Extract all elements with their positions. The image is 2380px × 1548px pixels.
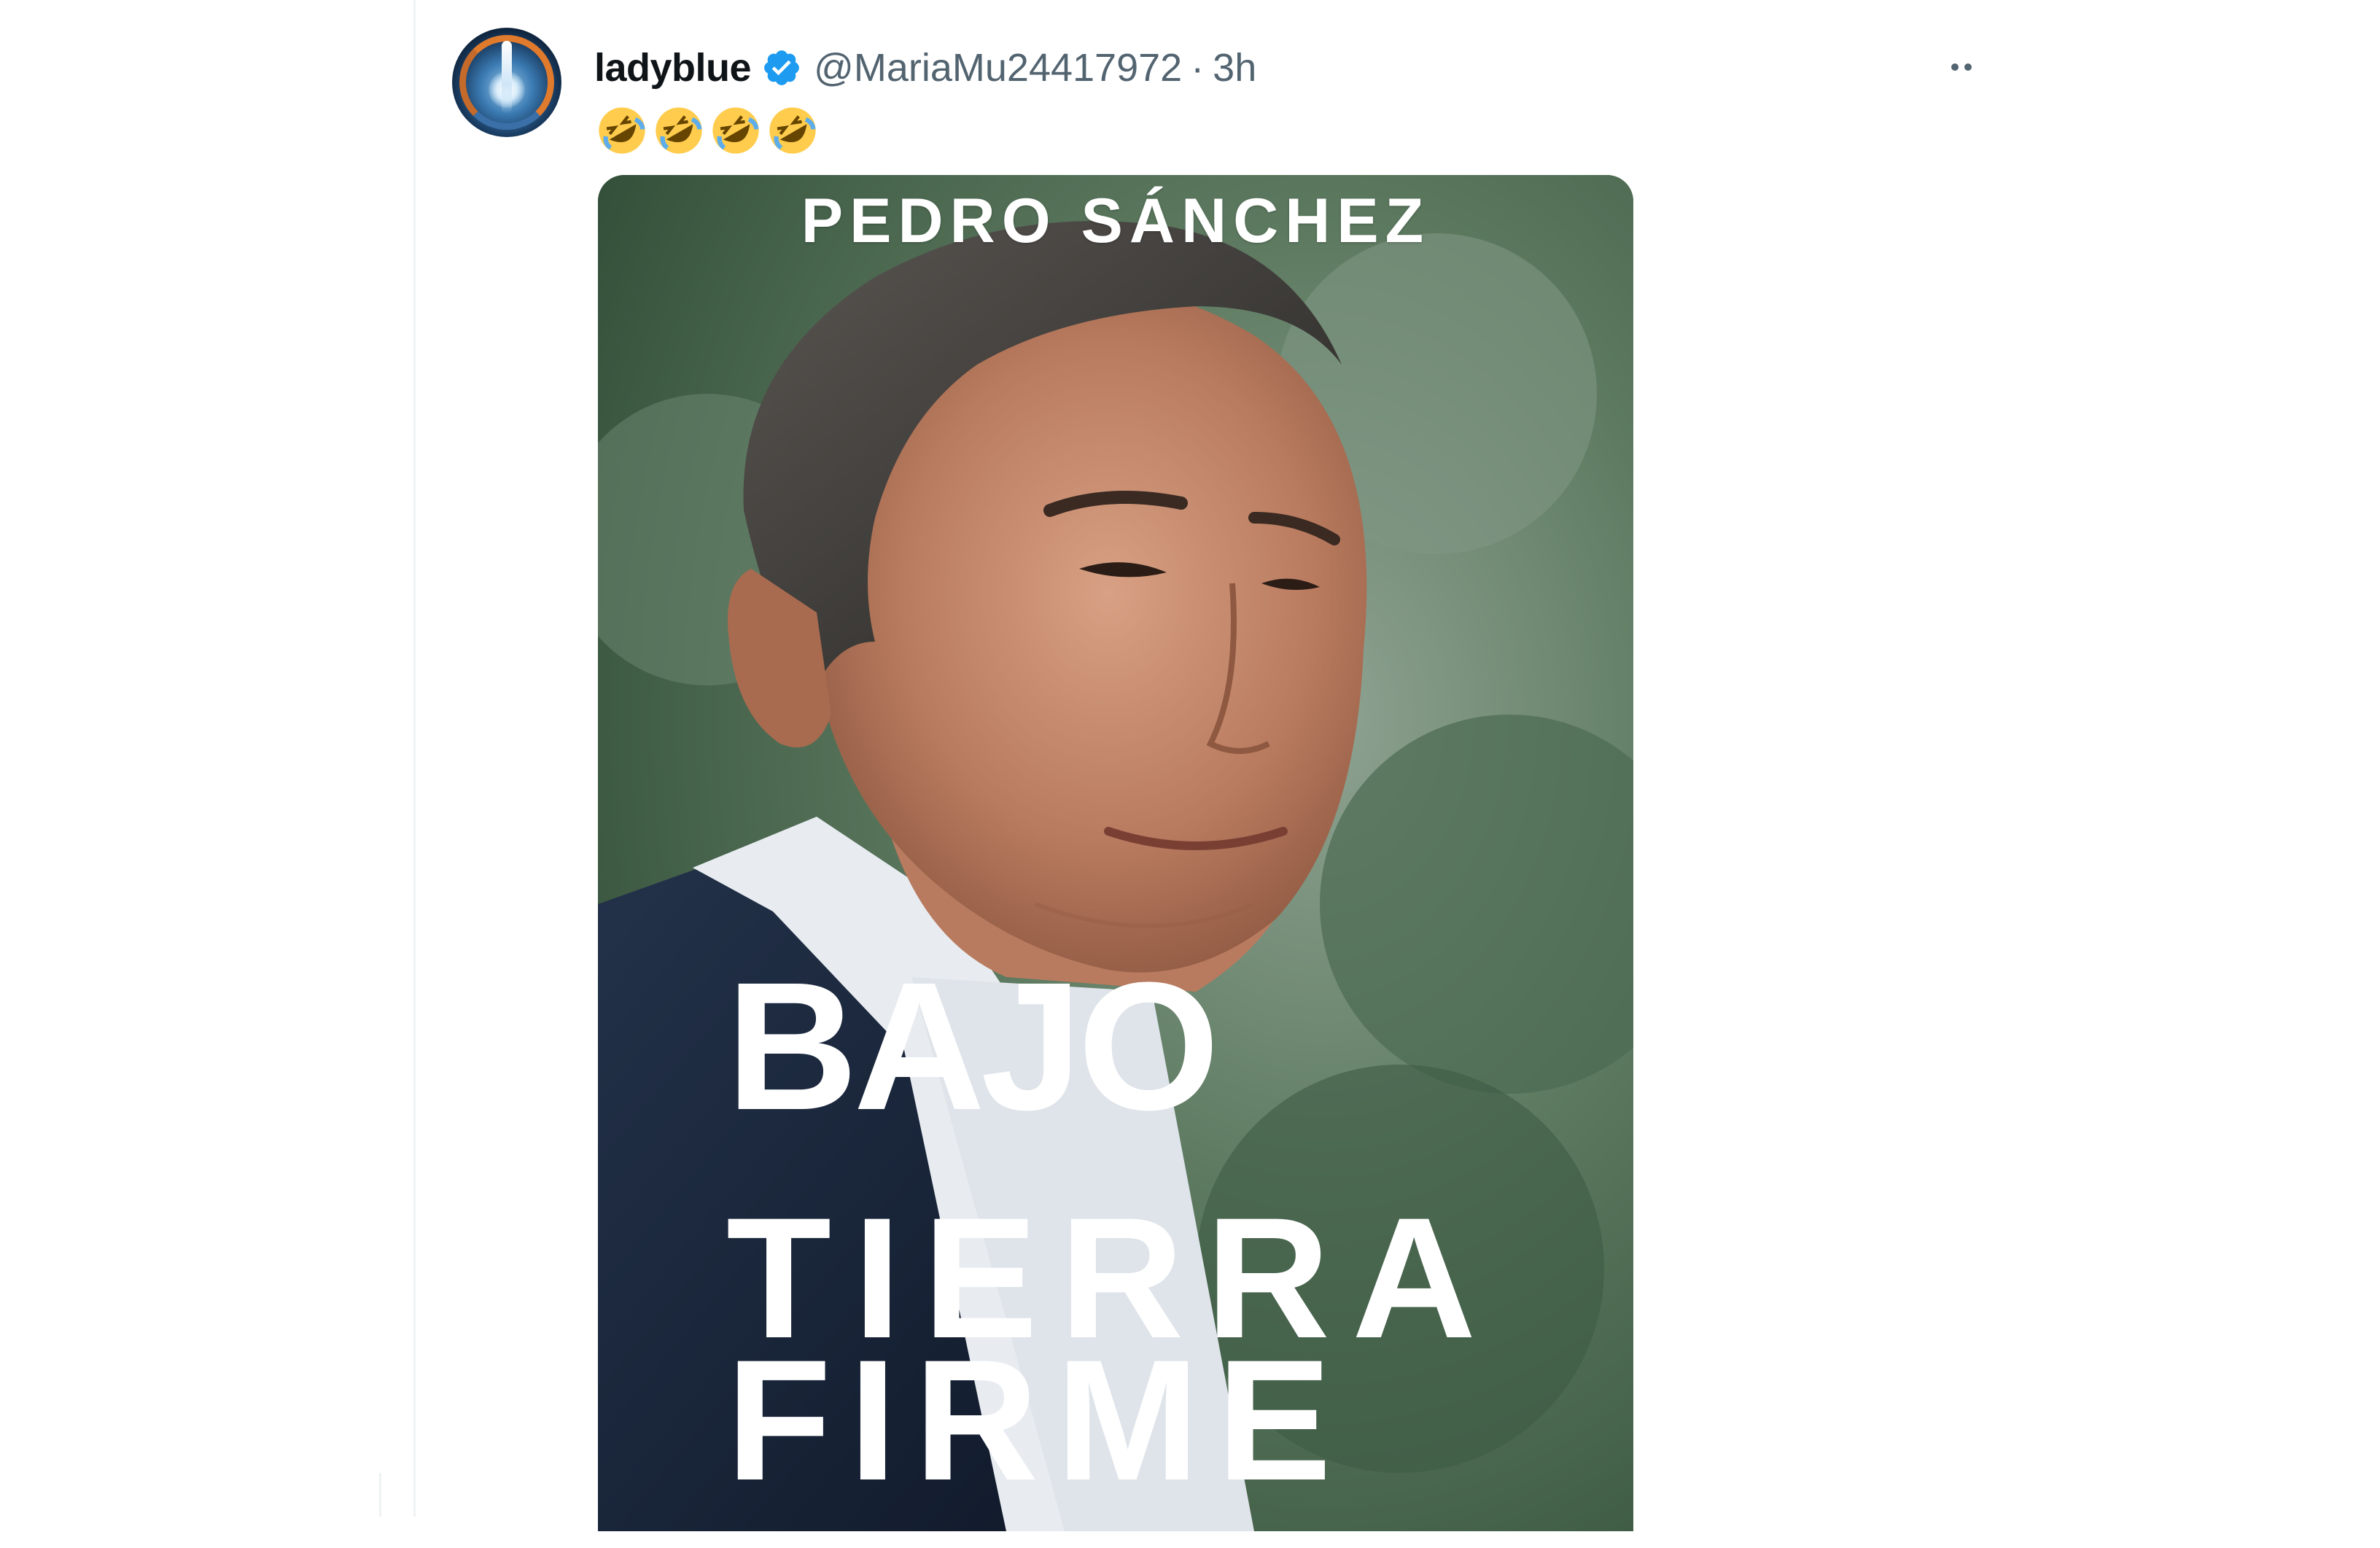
- avatar-beam: [502, 41, 512, 114]
- cover-title-line: FIRME: [726, 1324, 1350, 1517]
- timeline-border: [413, 0, 416, 1517]
- more-dot: [1951, 63, 1959, 71]
- avatar[interactable]: [452, 28, 561, 137]
- rolling-on-floor-laughing-emoji-icon: [769, 107, 816, 154]
- separator-dot: ·: [1191, 46, 1205, 90]
- tweet-header: ladyblue @MariaMu24417972 · 3h: [594, 42, 1256, 93]
- user-handle[interactable]: @MariaMu24417972: [814, 45, 1182, 90]
- page: ladyblue @MariaMu24417972 · 3h PEDRO SÁN…: [0, 0, 2380, 1548]
- more-options-icon[interactable]: [1940, 51, 1983, 83]
- timeline-border-lower: [379, 1473, 381, 1517]
- rolling-on-floor-laughing-emoji-icon: [712, 107, 759, 154]
- tweet[interactable]: ladyblue @MariaMu24417972 · 3h PEDRO SÁN…: [452, 22, 1976, 1531]
- cover-title-line: BAJO: [726, 944, 1220, 1148]
- tweet-media-image[interactable]: PEDRO SÁNCHEZ BAJO TIERRA FIRME: [598, 175, 1633, 1531]
- book-cover-text: PEDRO SÁNCHEZ BAJO TIERRA FIRME: [598, 175, 1633, 1531]
- rolling-on-floor-laughing-emoji-icon: [599, 107, 645, 154]
- more-dot: [1964, 63, 1972, 71]
- cover-author: PEDRO SÁNCHEZ: [801, 186, 1431, 256]
- rolling-on-floor-laughing-emoji-icon: [656, 107, 702, 154]
- display-name[interactable]: ladyblue: [594, 45, 752, 90]
- verified-badge-icon[interactable]: [761, 47, 802, 88]
- tweet-text: [594, 98, 822, 163]
- timestamp[interactable]: 3h: [1213, 45, 1256, 90]
